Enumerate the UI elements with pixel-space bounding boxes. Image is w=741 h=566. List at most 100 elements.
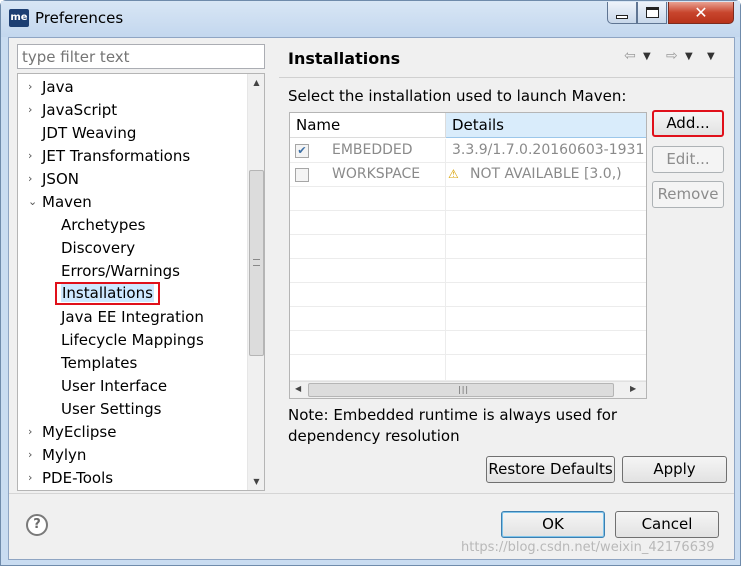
tree-item-label: Mylyn — [42, 446, 87, 464]
tree-item-label: Maven — [42, 193, 92, 211]
restore-defaults-button[interactable]: Restore Defaults — [486, 456, 615, 483]
close-button[interactable]: ✕ — [668, 2, 734, 24]
view-menu-icon[interactable]: ▼ — [707, 51, 715, 62]
tree-item-label: JSON — [42, 170, 79, 188]
grip-icon: ||| — [458, 385, 470, 394]
tree-item-templates[interactable]: Templates — [61, 352, 137, 375]
minimize-button[interactable] — [607, 2, 637, 24]
remove-button[interactable]: Remove — [652, 181, 724, 208]
table-row-empty — [290, 307, 646, 331]
tree-item-archetypes[interactable]: Archetypes — [61, 214, 145, 237]
preference-tree[interactable]: › Java › JavaScript JDT Weaving › JET Tr… — [17, 73, 265, 491]
maximize-icon — [645, 7, 659, 18]
tree-item-lifecycle-mappings[interactable]: Lifecycle Mappings — [61, 329, 204, 352]
tree-item-label: Archetypes — [61, 216, 146, 234]
apply-button[interactable]: Apply — [622, 456, 727, 483]
forward-arrow-icon[interactable]: ⇨ — [666, 48, 678, 64]
tree-item-label: Java EE Integration — [61, 308, 204, 326]
help-icon[interactable]: ? — [26, 514, 48, 536]
tree-item-installations[interactable]: Installations — [55, 282, 160, 305]
warning-icon: ⚠ — [448, 167, 459, 181]
footer-divider — [9, 493, 734, 494]
tree-item-label: Installations — [61, 284, 154, 302]
cancel-button[interactable]: Cancel — [615, 511, 719, 538]
ok-button[interactable]: OK — [501, 511, 605, 538]
maximize-button[interactable] — [637, 2, 667, 24]
chevron-right-icon[interactable]: › — [28, 467, 38, 489]
table-horizontal-scrollbar[interactable]: ◀ ||| ▶ — [290, 381, 646, 398]
chevron-right-icon[interactable]: › — [28, 421, 38, 443]
tree-item-user-settings[interactable]: User Settings — [61, 398, 161, 421]
dialog-body: › Java › JavaScript JDT Weaving › JET Tr… — [8, 37, 735, 560]
scroll-left-arrow-icon[interactable]: ◀ — [295, 384, 301, 393]
chevron-right-icon[interactable]: › — [28, 99, 38, 121]
scroll-down-arrow-icon[interactable]: ▼ — [248, 477, 264, 486]
add-button[interactable]: Add... — [652, 110, 724, 137]
name-cell: ✔ EMBEDDED — [290, 139, 446, 163]
title-bar[interactable]: me Preferences ✕ — [1, 1, 740, 37]
tree-item-errors-warnings[interactable]: Errors/Warnings — [61, 260, 180, 283]
grip-icon — [253, 259, 260, 266]
chevron-right-icon[interactable]: › — [28, 145, 38, 167]
myeclipse-app-icon: me — [9, 9, 29, 27]
checkbox-unchecked[interactable] — [295, 168, 309, 182]
empty-cell — [290, 187, 446, 211]
tree-item-label: JET Transformations — [42, 147, 191, 165]
tree-item-label: JDT Weaving — [42, 124, 137, 142]
back-dropdown-icon[interactable]: ▼ — [643, 51, 651, 62]
empty-cell — [290, 307, 446, 331]
installation-details: 3.3.9/1.7.0.20160603-1931 — [452, 142, 645, 158]
installation-name: EMBEDDED — [332, 142, 413, 158]
table-row-empty — [290, 187, 646, 211]
tree-item-java-ee-integration[interactable]: Java EE Integration — [61, 306, 204, 329]
tree-vertical-scrollbar[interactable]: ▲ ▼ — [247, 74, 264, 490]
scrollbar-thumb[interactable] — [249, 170, 264, 356]
scroll-up-arrow-icon[interactable]: ▲ — [248, 78, 264, 87]
tree-item-label: User Interface — [61, 377, 168, 395]
tree-item-label: User Settings — [61, 400, 162, 418]
tree-item-label: Java — [42, 78, 74, 96]
installation-name: WORKSPACE — [332, 166, 421, 182]
preferences-window: me Preferences ✕ › Java › JavaScript JDT… — [0, 0, 741, 566]
forward-dropdown-icon[interactable]: ▼ — [685, 51, 693, 62]
empty-cell — [290, 355, 446, 381]
back-arrow-icon[interactable]: ⇦ — [624, 48, 636, 64]
tree-item-label: Errors/Warnings — [61, 262, 180, 280]
installation-details: NOT AVAILABLE [3.0,) — [470, 166, 622, 182]
empty-cell — [290, 235, 446, 259]
scroll-right-arrow-icon[interactable]: ▶ — [630, 384, 636, 393]
tree-item-discovery[interactable]: Discovery — [61, 237, 135, 260]
table-row-workspace[interactable]: WORKSPACE ⚠ NOT AVAILABLE [3.0,) — [290, 163, 646, 187]
page-header: Installations ⇦ ▼ ⇨ ▼ ▼ — [279, 38, 734, 78]
edit-button[interactable]: Edit... — [652, 146, 724, 173]
note-line: dependency resolution — [288, 427, 460, 445]
chevron-right-icon[interactable]: › — [28, 76, 38, 98]
chevron-down-icon[interactable]: ⌄ — [28, 191, 38, 213]
table-row-empty — [290, 283, 646, 307]
table-row-empty — [290, 331, 646, 355]
tree-item-label: MyEclipse — [42, 423, 117, 441]
empty-cell — [290, 211, 446, 235]
chevron-right-icon[interactable]: › — [28, 444, 38, 466]
window-title: Preferences — [35, 9, 124, 27]
checkbox-checked[interactable]: ✔ — [295, 144, 309, 158]
tree-item-label: PDE-Tools — [42, 469, 114, 487]
tree-item-label: Discovery — [61, 239, 136, 257]
page-description: Select the installation used to launch M… — [288, 87, 627, 105]
watermark: https://blog.csdn.net/weixin_42176639 — [461, 540, 715, 555]
tree-item-label: Lifecycle Mappings — [61, 331, 204, 349]
note-line: Note: Embedded runtime is always used fo… — [288, 406, 618, 424]
empty-cell — [290, 259, 446, 283]
column-header-details[interactable]: Details — [446, 113, 646, 138]
filter-input[interactable] — [17, 44, 265, 69]
name-cell: WORKSPACE — [290, 163, 446, 187]
table-row-empty — [290, 355, 646, 381]
table-row-empty — [290, 259, 646, 283]
table-row-embedded[interactable]: ✔ EMBEDDED 3.3.9/1.7.0.20160603-1931 — [290, 139, 646, 163]
page-title: Installations — [288, 49, 401, 68]
tree-item-user-interface[interactable]: User Interface — [61, 375, 167, 398]
column-header-name[interactable]: Name — [290, 113, 446, 138]
selected-highlight: Installations — [55, 282, 160, 305]
installations-table[interactable]: Name Details ✔ EMBEDDED 3.3.9/1.7.0.2016… — [289, 112, 647, 399]
chevron-right-icon[interactable]: › — [28, 168, 38, 190]
